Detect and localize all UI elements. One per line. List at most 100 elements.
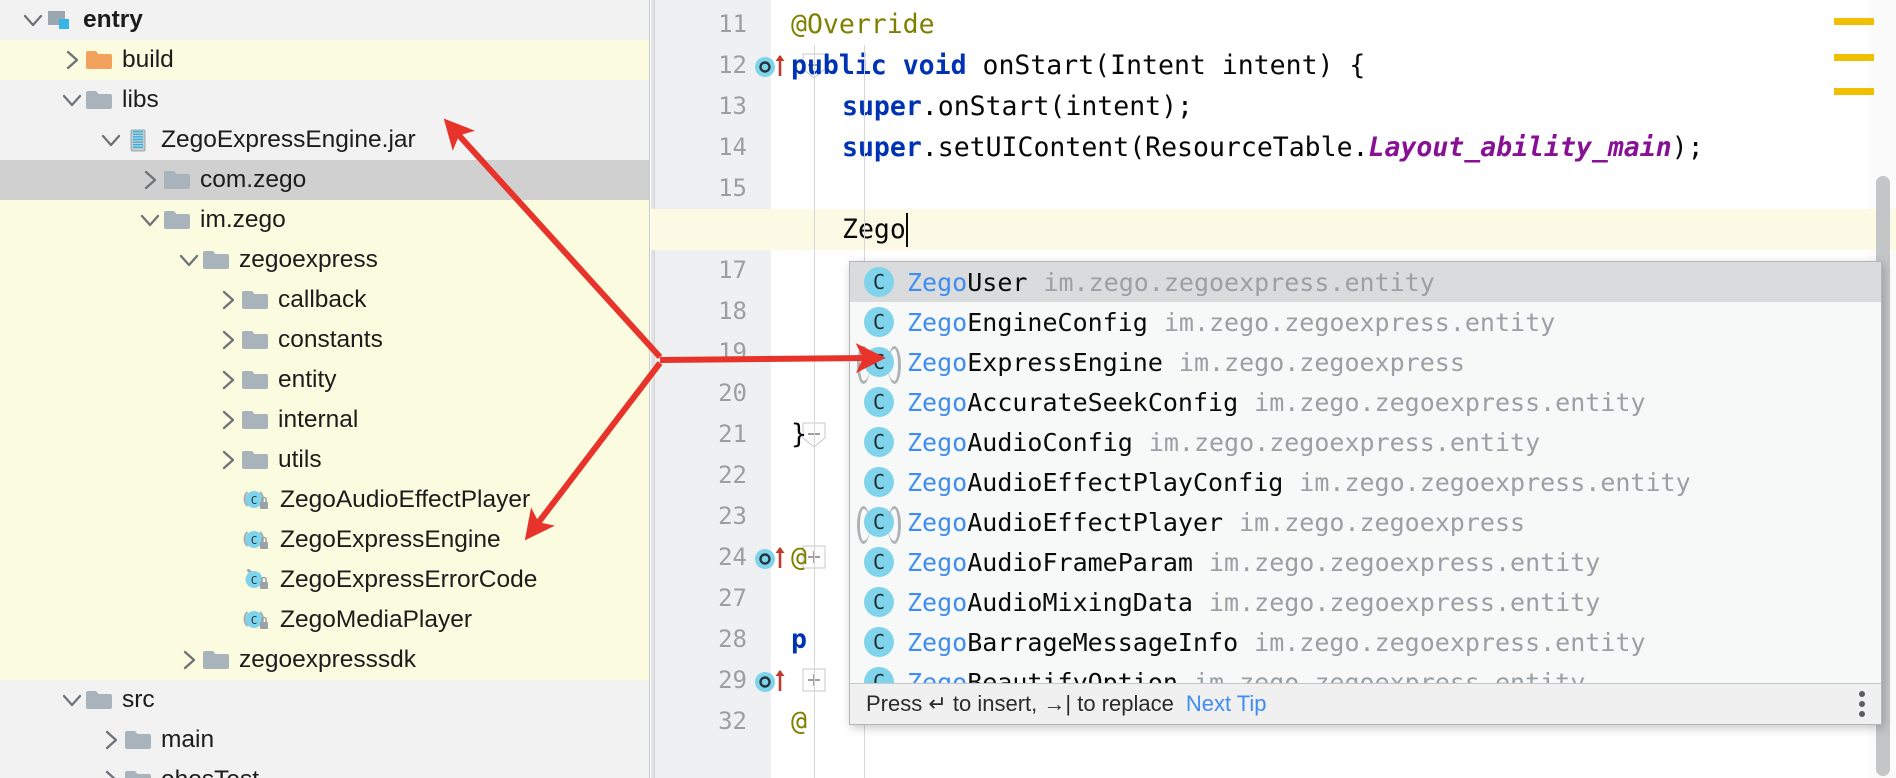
tree-item-zegomediaplayer[interactable]: C ZegoMediaPlayer	[0, 600, 649, 640]
chevron-right-icon[interactable]	[137, 167, 163, 193]
warning-marker[interactable]	[1834, 18, 1874, 25]
tree-item-zegoexpressengine[interactable]: C ZegoExpressEngine	[0, 520, 649, 560]
completion-item[interactable]: C Zego BeautifyOption im.zego.zegoexpress.e…	[850, 662, 1881, 685]
code-token: public	[791, 50, 887, 81]
completion-item[interactable]: C Zego User im.zego.zegoexpress.entity	[850, 262, 1881, 302]
chevron-right-icon[interactable]	[215, 287, 241, 313]
completion-hint-text: Press ↵ to insert, →| to replace	[866, 691, 1174, 716]
override-method-icon[interactable]	[751, 660, 795, 701]
tree-item-im-zego[interactable]: im.zego	[0, 200, 649, 240]
next-tip-link[interactable]: Next Tip	[1186, 691, 1267, 717]
chevron-down-icon[interactable]	[176, 247, 202, 273]
tree-item-label: libs	[122, 85, 159, 113]
completion-item-package: im.zego.zegoexpress.entity	[1254, 627, 1646, 657]
chevron-down-icon[interactable]	[20, 7, 46, 33]
editor-gutter[interactable]: 111213141516171819202122232427282932	[651, 0, 826, 778]
warning-marker[interactable]	[1834, 88, 1874, 95]
completion-item[interactable]: C Zego AudioEffectPlayConfig im.zego.zegoex…	[850, 462, 1881, 502]
completion-item-name: AudioEffectPlayer	[967, 507, 1224, 537]
chevron-right-icon[interactable]	[215, 327, 241, 353]
chevron-right-icon[interactable]	[98, 727, 124, 753]
completion-item-name: User	[967, 267, 1028, 297]
completion-status-bar: Press ↵ to insert, →| to replace Next Ti…	[850, 683, 1881, 724]
code-token: @	[791, 706, 807, 737]
module-icon	[46, 8, 74, 32]
completion-item-package: im.zego.zegoexpress.entity	[1254, 387, 1646, 417]
code-line: @Override	[791, 4, 935, 45]
tree-item-label: ZegoExpressEngine	[280, 525, 501, 553]
tree-item-label: ZegoExpressEngine.jar	[161, 125, 416, 153]
tree-twisty-none	[215, 487, 241, 513]
completion-match-prefix: Zego	[907, 467, 968, 497]
completion-item[interactable]: C Zego AudioEffectPlayer im.zego.zegoexpres…	[850, 502, 1881, 544]
tree-item-libs[interactable]: libs	[0, 80, 649, 120]
chevron-down-icon[interactable]	[137, 207, 163, 233]
chevron-down-icon[interactable]	[59, 687, 85, 713]
tree-item-src[interactable]: src	[0, 680, 649, 720]
tree-item-com-zego[interactable]: com.zego	[0, 160, 649, 200]
folder-grey	[85, 88, 113, 112]
tree-item-constants[interactable]: constants	[0, 320, 649, 360]
completion-item[interactable]: C Zego AudioFrameParam im.zego.zegoexpress.…	[850, 542, 1881, 582]
chevron-down-icon[interactable]	[59, 87, 85, 113]
tree-item-label: ZegoMediaPlayer	[280, 605, 473, 633]
completion-item[interactable]: C Zego AudioMixingData im.zego.zegoexpress.…	[850, 582, 1881, 622]
code-line: @	[791, 701, 807, 742]
completion-item[interactable]: C Zego ExpressEngine im.zego.zegoexpress	[850, 342, 1881, 384]
folder-grey	[202, 248, 230, 272]
completion-item[interactable]: C Zego AudioConfig im.zego.zegoexpress.enti…	[850, 422, 1881, 462]
line-number: 12	[718, 51, 747, 79]
class-locked-icon: C	[241, 607, 271, 633]
code-token: .onStart(intent);	[921, 91, 1194, 122]
folder-grey	[202, 648, 230, 672]
line-number: 20	[718, 379, 747, 407]
override-method-icon[interactable]	[751, 45, 795, 86]
code-token: @Override	[791, 9, 935, 40]
completion-list[interactable]: C Zego User im.zego.zegoexpress.entity C Zego…	[850, 262, 1881, 685]
tree-item-zegoexpress[interactable]: zegoexpress	[0, 240, 649, 280]
tree-item-build[interactable]: build	[0, 40, 649, 80]
tree-item-zegoexpresserrorcode[interactable]: C ZegoExpressErrorCode	[0, 560, 649, 600]
completion-item[interactable]: C Zego AccurateSeekConfig im.zego.zegoexpre…	[850, 382, 1881, 422]
tree-item-ohostest[interactable]: ohosTest	[0, 760, 649, 778]
chevron-down-icon[interactable]	[98, 127, 124, 153]
chevron-right-icon[interactable]	[98, 767, 124, 778]
tree-item-zegoexpressengine-jar[interactable]: ZegoExpressEngine.jar	[0, 120, 649, 160]
tree-twisty-none	[215, 607, 241, 633]
code-token: }	[791, 419, 807, 450]
tree-item-label: src	[122, 685, 155, 713]
warning-marker[interactable]	[1834, 54, 1874, 61]
lightbulb-icon[interactable]	[1811, 689, 1833, 719]
tree-item-entity[interactable]: entity	[0, 360, 649, 400]
completion-item[interactable]: C Zego EngineConfig im.zego.zegoexpress.ent…	[850, 302, 1881, 342]
tree-item-label: zegoexpresssdk	[239, 645, 417, 673]
project-tool-window[interactable]: entry build libs ZegoExpressEngine.jar com.z…	[0, 0, 650, 778]
tree-item-callback[interactable]: callback	[0, 280, 649, 320]
tree-item-utils[interactable]: utils	[0, 440, 649, 480]
tree-item-label: build	[122, 45, 174, 73]
kebab-menu-icon[interactable]	[1859, 687, 1865, 721]
chevron-right-icon[interactable]	[215, 447, 241, 473]
class-icon: C	[864, 267, 894, 297]
class-icon: C	[864, 387, 894, 417]
tree-item-internal[interactable]: internal	[0, 400, 649, 440]
code-completion-popup[interactable]: C Zego User im.zego.zegoexpress.entity C Zego…	[849, 261, 1882, 725]
completion-item-name: BarrageMessageInfo	[967, 627, 1239, 657]
code-line: super.onStart(intent);	[842, 86, 1193, 127]
tree-item-entry[interactable]: entry	[0, 0, 649, 40]
tree-item-zegoexpresssdk[interactable]: zegoexpresssdk	[0, 640, 649, 680]
tree-item-zegoaudioeffectplayer[interactable]: C ZegoAudioEffectPlayer	[0, 480, 649, 520]
tree-item-label: zegoexpress	[239, 245, 378, 273]
chevron-right-icon[interactable]	[215, 407, 241, 433]
chevron-right-icon[interactable]	[59, 47, 85, 73]
override-method-icon[interactable]	[751, 537, 795, 578]
completion-item-package: im.zego.zegoexpress.entity	[1043, 267, 1435, 297]
class-icon: C	[864, 627, 894, 657]
class-icon: C	[864, 307, 894, 337]
line-number: 29	[718, 666, 747, 694]
chevron-right-icon[interactable]	[176, 647, 202, 673]
tree-item-main[interactable]: main	[0, 720, 649, 760]
completion-item[interactable]: C Zego BarrageMessageInfo im.zego.zegoexpre…	[850, 622, 1881, 662]
chevron-right-icon[interactable]	[215, 367, 241, 393]
